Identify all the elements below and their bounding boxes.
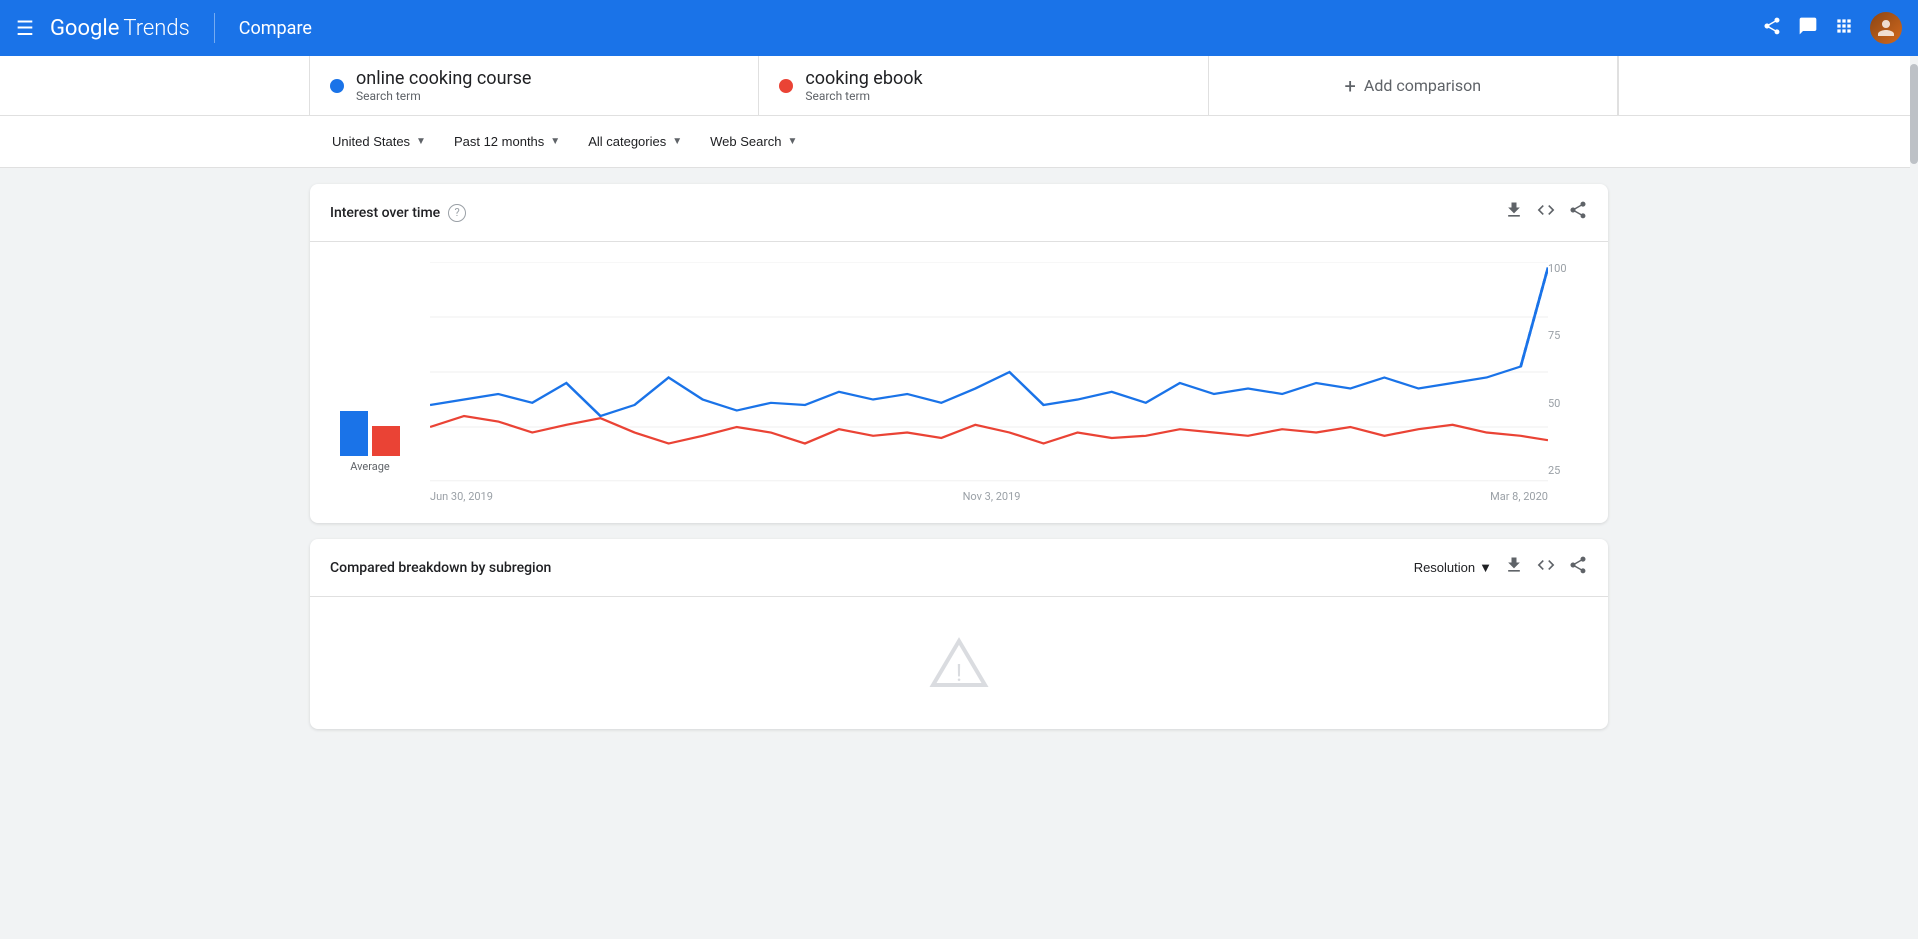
add-comparison-btn[interactable]: + Add comparison (1209, 56, 1618, 115)
download-subregion-icon[interactable] (1504, 555, 1524, 580)
resolution-label: Resolution (1414, 560, 1475, 575)
avatar[interactable] (1870, 12, 1902, 44)
filters-bar: United States ▼ Past 12 months ▼ All cat… (0, 116, 1918, 168)
type-filter[interactable]: Web Search ▼ (698, 128, 809, 155)
embed-subregion-icon[interactable] (1536, 555, 1556, 580)
type-label: Web Search (710, 134, 781, 149)
logo-google: Google (50, 16, 119, 41)
left-spacer (0, 56, 310, 115)
avg-bar-blue (340, 411, 368, 456)
location-filter[interactable]: United States ▼ (320, 128, 438, 155)
compare-label: Compare (239, 18, 312, 39)
search-term-1[interactable]: online cooking course Search term (310, 56, 759, 115)
category-arrow: ▼ (672, 136, 682, 147)
subregion-content: ! (310, 597, 1608, 729)
main-content: Interest over time ? (0, 168, 1918, 745)
menu-icon[interactable]: ☰ (16, 16, 34, 40)
card-header-interest: Interest over time ? (310, 184, 1608, 242)
header-divider (214, 13, 215, 43)
chart-svg: 100 75 50 25 (430, 262, 1548, 482)
resolution-arrow: ▼ (1479, 560, 1492, 575)
svg-text:!: ! (956, 659, 962, 687)
category-label: All categories (588, 134, 666, 149)
x-label-3: Mar 8, 2020 (1490, 490, 1548, 503)
search-bar: online cooking course Search term cookin… (0, 56, 1918, 116)
chart-left-avg: Average (310, 262, 430, 503)
time-filter[interactable]: Past 12 months ▼ (442, 128, 572, 155)
plus-icon: + (1345, 74, 1356, 98)
x-label-2: Nov 3, 2019 (963, 490, 1021, 503)
location-arrow: ▼ (416, 136, 426, 147)
y-25: 25 (1548, 464, 1588, 477)
term2-name: cooking ebook (805, 68, 922, 89)
resolution-btn[interactable]: Resolution ▼ (1414, 560, 1492, 575)
y-labels: 100 75 50 25 (1548, 262, 1588, 503)
avg-label: Average (350, 460, 390, 473)
share-subregion-icon[interactable] (1568, 555, 1588, 580)
term1-type: Search term (356, 89, 531, 103)
embed-icon[interactable] (1536, 200, 1556, 225)
time-arrow: ▼ (550, 136, 560, 147)
help-icon[interactable]: ? (448, 204, 466, 222)
location-label: United States (332, 134, 410, 149)
warning-icon: ! (929, 637, 989, 689)
y-75: 75 (1548, 329, 1588, 342)
header: ☰ Google Trends Compare (0, 0, 1918, 56)
subregion-card: Compared breakdown by subregion Resoluti… (310, 539, 1608, 729)
interest-over-time-card: Interest over time ? (310, 184, 1608, 523)
chart-main: 100 75 50 25 Jun 30, 2019 Nov 3, 2019 Ma… (430, 262, 1548, 503)
add-comparison-label: Add comparison (1364, 76, 1481, 95)
y-50: 50 (1548, 397, 1588, 410)
term1-info: online cooking course Search term (356, 68, 531, 103)
search-term-2[interactable]: cooking ebook Search term (759, 56, 1208, 115)
logo-trends: Trends (123, 16, 189, 41)
feedback-icon[interactable] (1798, 16, 1818, 41)
y-100: 100 (1548, 262, 1588, 275)
card-actions-interest (1504, 200, 1588, 225)
header-left: ☰ Google Trends Compare (16, 13, 312, 43)
dot-term2 (779, 79, 793, 93)
term2-type: Search term (805, 89, 922, 103)
term1-name: online cooking course (356, 68, 531, 89)
logo: Google Trends (50, 16, 190, 41)
dot-term1 (330, 79, 344, 93)
x-labels: Jun 30, 2019 Nov 3, 2019 Mar 8, 2020 (430, 486, 1548, 503)
scrollbar-track (1910, 56, 1918, 939)
card-title-interest: Interest over time (330, 205, 440, 221)
type-arrow: ▼ (787, 136, 797, 147)
avg-bars (340, 411, 400, 456)
right-spacer (1618, 56, 1918, 115)
time-label: Past 12 months (454, 134, 544, 149)
subregion-title: Compared breakdown by subregion (330, 560, 551, 576)
header-right (1762, 12, 1902, 44)
avg-bar-red (372, 426, 400, 456)
category-filter[interactable]: All categories ▼ (576, 128, 694, 155)
resolution-group: Resolution ▼ (1414, 555, 1588, 580)
subregion-header: Compared breakdown by subregion Resoluti… (310, 539, 1608, 596)
term2-info: cooking ebook Search term (805, 68, 922, 103)
download-icon[interactable] (1504, 200, 1524, 225)
apps-icon[interactable] (1834, 16, 1854, 41)
chart-area: Average 100 75 50 25 (310, 242, 1608, 523)
share-icon[interactable] (1762, 16, 1782, 41)
x-label-1: Jun 30, 2019 (430, 490, 493, 503)
scrollbar-thumb[interactable] (1910, 64, 1918, 164)
card-title-row: Interest over time ? (330, 204, 466, 222)
share-chart-icon[interactable] (1568, 200, 1588, 225)
